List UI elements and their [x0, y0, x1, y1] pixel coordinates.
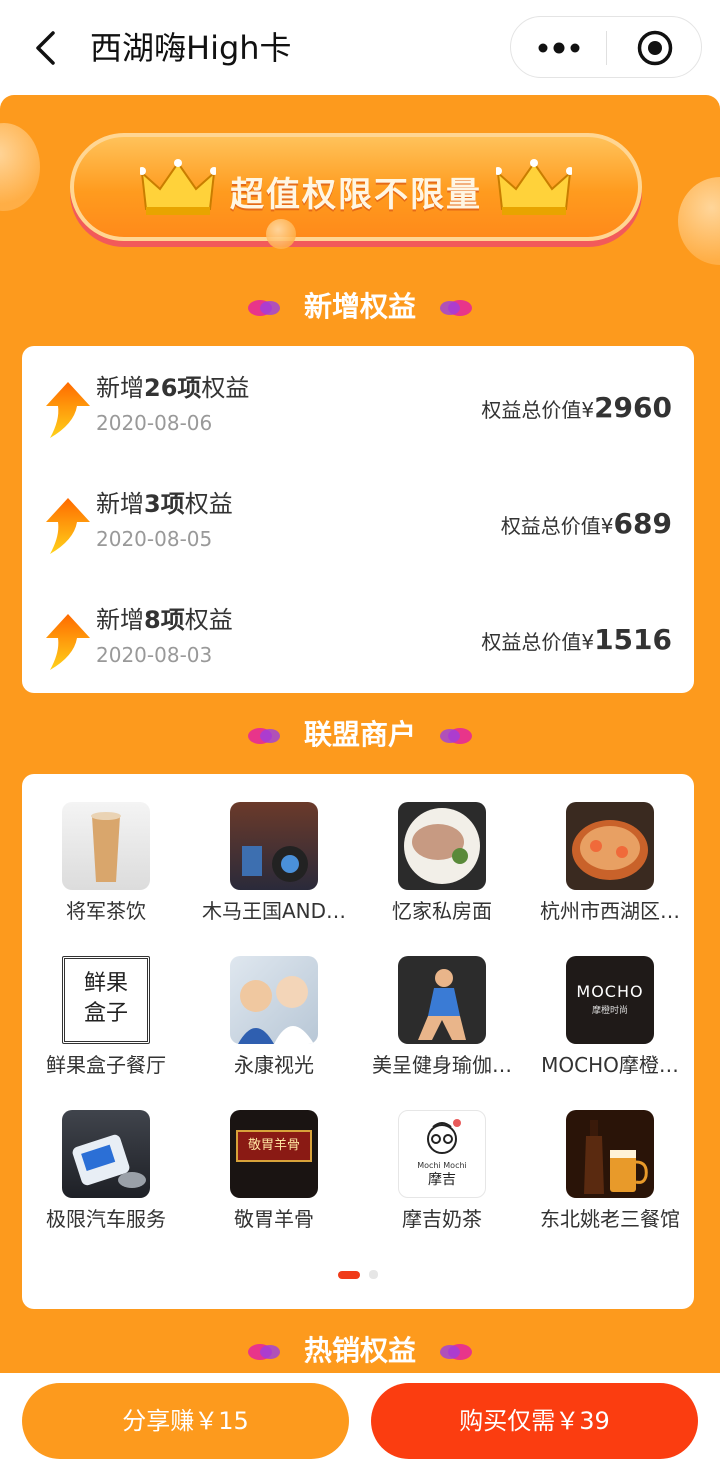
share-earn-button[interactable]: 分享赚￥15: [22, 1383, 349, 1459]
carousel-pagination: [22, 1264, 694, 1283]
merchant-name: 忆家私房面: [392, 899, 492, 923]
ribbon-icon: [248, 728, 281, 744]
benefit-date: 2020-08-05: [96, 527, 213, 551]
section-title-hot-sale: 热销权益: [0, 1329, 720, 1373]
merchant-item[interactable]: 敬胃羊骨 敬胃羊骨: [190, 1110, 358, 1260]
merchant-item[interactable]: 木马王国AND…: [190, 802, 358, 952]
up-arrow-icon: [46, 614, 90, 670]
logo-text: Mochi Mochi: [417, 1161, 467, 1170]
benefit-date: 2020-08-06: [96, 411, 213, 435]
benefit-total-value: 权益总价值¥2960: [481, 391, 672, 424]
logo-text: 摩橙时尚: [591, 1006, 628, 1016]
page-title: 西湖嗨High卡: [90, 29, 292, 67]
benefit-row[interactable]: 新增3项权益 2020-08-05 权益总价值¥689: [22, 472, 694, 572]
decor-bubble: [266, 219, 296, 249]
merchant-logo: MOCHO 摩橙时尚: [566, 956, 654, 1044]
main-content: 超值权限不限量 新增权益 新增26项权益 2020-08-06 权益总价值¥29…: [0, 95, 720, 1375]
up-arrow-icon: [46, 498, 90, 554]
benefit-row[interactable]: 新增8项权益 2020-08-03 权益总价值¥1516: [22, 588, 694, 688]
merchant-item[interactable]: 美呈健身瑜伽…: [358, 956, 526, 1106]
benefit-title: 新增8项权益: [96, 606, 233, 634]
merchant-name: 永康视光: [234, 1053, 314, 1077]
benefit-row[interactable]: 新增26项权益 2020-08-06 权益总价值¥2960: [22, 356, 694, 456]
benefit-total-value: 权益总价值¥1516: [481, 623, 672, 656]
ribbon-icon: [439, 1344, 472, 1360]
logo-text: MOCHO: [576, 982, 644, 1001]
section-title-new-benefits: 新增权益: [0, 285, 720, 329]
merchant-logo: [62, 802, 150, 890]
pagination-dot-active[interactable]: [337, 1270, 360, 1279]
ribbon-icon: [439, 728, 472, 744]
promo-banner: 超值权限不限量: [70, 133, 642, 241]
section-title-alliance: 联盟商户: [0, 713, 720, 757]
benefit-total-value: 权益总价值¥689: [500, 507, 672, 540]
logo-text: 盒子: [83, 1001, 128, 1026]
back-button[interactable]: [22, 22, 70, 74]
target-circle-icon: [637, 30, 673, 66]
merchant-name: 美呈健身瑜伽…: [372, 1053, 512, 1077]
nav-bar: 西湖嗨High卡: [0, 0, 720, 95]
close-mini-program-button[interactable]: [607, 17, 703, 79]
decor-bubble: [678, 177, 720, 265]
section-label: 联盟商户: [303, 718, 416, 751]
merchant-item[interactable]: MOCHO 摩橙时尚 MOCHO摩橙…: [526, 956, 694, 1106]
merchant-name: 极限汽车服务: [46, 1207, 166, 1231]
merchant-item[interactable]: 东北姚老三餐馆: [526, 1110, 694, 1260]
merchant-name: 木马王国AND…: [201, 899, 347, 923]
ribbon-icon: [439, 300, 472, 316]
merchants-card: 将军茶饮 木马王国AND… 忆家私房面 杭州市西湖区… 鲜果 盒子 鲜果盒子餐厅…: [22, 774, 694, 1309]
merchant-name: MOCHO摩橙…: [541, 1053, 679, 1077]
benefit-date: 2020-08-03: [96, 643, 213, 667]
merchant-logo: Mochi Mochi 摩吉: [398, 1110, 486, 1198]
logo-text: 鲜果: [83, 971, 128, 996]
crown-icon: [496, 159, 572, 215]
logo-text: 摩吉: [428, 1172, 456, 1188]
mini-program-capsule: [510, 16, 702, 78]
merchant-item[interactable]: Mochi Mochi 摩吉 摩吉奶茶: [358, 1110, 526, 1260]
merchant-name: 杭州市西湖区…: [540, 899, 680, 923]
merchant-item[interactable]: 忆家私房面: [358, 802, 526, 952]
merchant-logo: [398, 956, 486, 1044]
merchant-logo: [230, 802, 318, 890]
ribbon-icon: [248, 300, 281, 316]
decor-bubble: [0, 123, 40, 211]
merchant-item[interactable]: 极限汽车服务: [22, 1110, 190, 1260]
merchant-logo: [230, 956, 318, 1044]
logo-text: 敬胃羊骨: [236, 1130, 312, 1162]
merchant-item[interactable]: 杭州市西湖区…: [526, 802, 694, 952]
merchant-name: 鲜果盒子餐厅: [46, 1053, 166, 1077]
new-benefits-card: 新增26项权益 2020-08-06 权益总价值¥2960 新增3项权益 202…: [22, 346, 694, 693]
more-dots-icon: [538, 42, 579, 54]
merchant-logo: [62, 1110, 150, 1198]
more-button[interactable]: [511, 17, 606, 79]
up-arrow-icon: [46, 382, 90, 438]
merchant-item[interactable]: 永康视光: [190, 956, 358, 1106]
back-chevron-icon: [36, 31, 55, 65]
merchant-name: 将军茶饮: [66, 899, 146, 923]
merchant-name: 东北姚老三餐馆: [540, 1207, 680, 1231]
merchant-name: 摩吉奶茶: [402, 1207, 482, 1231]
merchant-logo: 敬胃羊骨: [230, 1110, 318, 1198]
bottom-action-bar: 分享赚￥15 购买仅需￥39: [0, 1373, 720, 1470]
merchant-logo: 鲜果 盒子: [62, 956, 150, 1044]
buy-button[interactable]: 购买仅需￥39: [371, 1383, 698, 1459]
benefit-title: 新增26项权益: [96, 374, 250, 402]
merchant-logo: [566, 802, 654, 890]
merchant-logo: [566, 1110, 654, 1198]
merchant-item[interactable]: 将军茶饮: [22, 802, 190, 952]
merchant-name: 敬胃羊骨: [234, 1207, 314, 1231]
ribbon-icon: [248, 1344, 281, 1360]
pagination-dot[interactable]: [369, 1270, 379, 1279]
merchant-logo: [398, 802, 486, 890]
section-label: 热销权益: [303, 1334, 416, 1367]
section-label: 新增权益: [303, 290, 416, 323]
benefit-title: 新增3项权益: [96, 490, 233, 518]
merchant-item[interactable]: 鲜果 盒子 鲜果盒子餐厅: [22, 956, 190, 1106]
